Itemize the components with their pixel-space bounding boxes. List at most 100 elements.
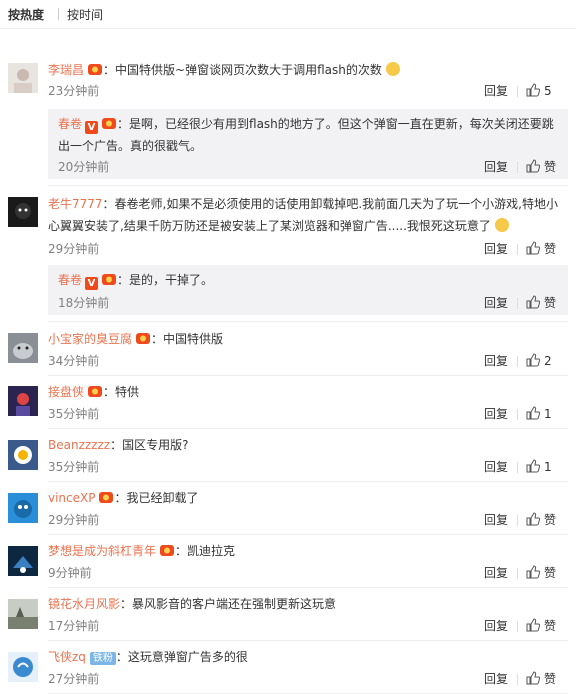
thumbs-up-icon [526,159,541,173]
reply-button[interactable]: 回复 [484,157,508,177]
thumbs-up-icon [526,353,541,367]
comment-text: ：我已经卸载了 [114,491,199,505]
comment-time: 9分钟前 [48,566,92,580]
commenter-name[interactable]: 接盘侠 [48,385,84,399]
like-button[interactable]: 赞 [526,239,566,259]
comment-time: 23分钟前 [48,84,100,98]
vip-icon [159,544,175,557]
divider [517,162,518,173]
commenter-name[interactable]: 小宝家的臭豆腐 [48,332,132,346]
sort-divider [58,8,60,20]
vip-icon [87,63,103,76]
like-button[interactable]: 2 [526,351,566,371]
thumbs-up-icon [526,295,541,309]
reply-button[interactable]: 回复 [484,239,508,259]
like-button[interactable]: 赞 [526,616,566,636]
like-count: 赞 [544,619,557,633]
reply-author-name[interactable]: 春卷 [58,273,82,287]
comment-text: ：国区专用版? [110,438,189,452]
comment-text: ：中国特供版 [151,332,224,346]
thumbs-up-icon [526,671,541,685]
thumbs-up-icon [526,83,541,97]
thumbs-up-icon [526,565,541,579]
like-count: 赞 [544,513,557,527]
reply-text: ：是啊，已经很少有用到flash的地方了。但这个弹窗一直在更新，每次关闭还要跳出… [58,117,554,153]
divider [517,86,518,97]
comment-time: 35分钟前 [48,407,100,421]
divider [517,568,518,579]
sort-by-hot-tab[interactable]: 按热度 [8,6,52,23]
comment-text: ：春卷老师,如果不是必须使用的话使用卸载掉吧.我前面几天为了玩一个小游戏,特地小… [48,197,558,233]
reply-button[interactable]: 回复 [484,404,508,424]
avatar[interactable] [8,493,38,523]
comment-divider [48,481,568,482]
comment-text: ：这玩意弹窗广告多的很 [115,650,248,664]
reply-button[interactable]: 回复 [484,457,508,477]
like-button[interactable]: 赞 [526,157,566,177]
divider [517,409,518,420]
comment-divider [48,587,568,588]
emoji-icon [494,218,509,232]
sort-by-time-tab[interactable]: 按时间 [67,6,111,23]
avatar[interactable] [8,546,38,576]
like-count: 5 [544,84,552,98]
like-count: 1 [544,460,552,474]
reply-text: ：是的，干掉了。 [117,273,214,287]
commenter-name[interactable]: 梦想是成为斜杠青年 [48,544,156,558]
reply-button[interactable]: 回复 [484,669,508,689]
like-count: 赞 [544,296,557,310]
comment-divider [48,185,568,186]
divider [517,356,518,367]
like-button[interactable]: 赞 [526,669,566,689]
commenter-name[interactable]: 老牛7777 [48,197,103,211]
reply-button[interactable]: 回复 [484,351,508,371]
reply-button[interactable]: 回复 [484,510,508,530]
like-count: 2 [544,354,552,368]
reply-button[interactable]: 回复 [484,81,508,101]
reply-time: 20分钟前 [58,160,110,174]
comment-text: ：凯迪拉克 [175,544,236,558]
divider [517,462,518,473]
like-button[interactable]: 赞 [526,510,566,530]
verified-badge-icon: V [85,277,99,290]
avatar[interactable] [8,197,38,227]
reply-author-name[interactable]: 春卷 [58,117,82,131]
comment-text: ：特供 [103,385,140,399]
vip-icon [101,117,117,130]
like-count: 赞 [544,160,557,174]
commenter-name[interactable]: 飞侠zq [48,650,86,664]
avatar[interactable] [8,386,38,416]
commenter-name[interactable]: 镜花水月风影 [48,597,120,611]
sort-bar: 按热度 按时间 [0,0,576,29]
commenter-name[interactable]: Beanzzzzz [48,438,110,452]
like-button[interactable]: 1 [526,457,566,477]
like-button[interactable]: 赞 [526,293,566,313]
comment-divider [48,640,568,641]
reply-button[interactable]: 回复 [484,563,508,583]
reply-button[interactable]: 回复 [484,293,508,313]
like-button[interactable]: 赞 [526,563,566,583]
comment-time: 35分钟前 [48,460,100,474]
like-count: 1 [544,407,552,421]
emoji-icon [385,62,400,76]
vip-icon [98,491,114,504]
avatar[interactable] [8,440,38,470]
thumbs-up-icon [526,459,541,473]
like-count: 赞 [544,672,557,686]
commenter-name[interactable]: vinceXP [48,491,95,505]
comment-time: 29分钟前 [48,513,100,527]
like-count: 赞 [544,566,557,580]
like-button[interactable]: 1 [526,404,566,424]
vip-icon [135,332,151,345]
commenter-name[interactable]: 李瑞昌 [48,63,84,77]
avatar[interactable] [8,599,38,629]
thumbs-up-icon [526,512,541,526]
avatar[interactable] [8,63,38,93]
comment-text: ：暴风影音的客户端还在强制更新这玩意 [120,597,337,611]
fan-badge: 铁粉 [89,652,116,665]
avatar[interactable] [8,652,38,682]
avatar[interactable] [8,333,38,363]
reply-button[interactable]: 回复 [484,616,508,636]
divider [517,244,518,255]
like-button[interactable]: 5 [526,81,566,101]
